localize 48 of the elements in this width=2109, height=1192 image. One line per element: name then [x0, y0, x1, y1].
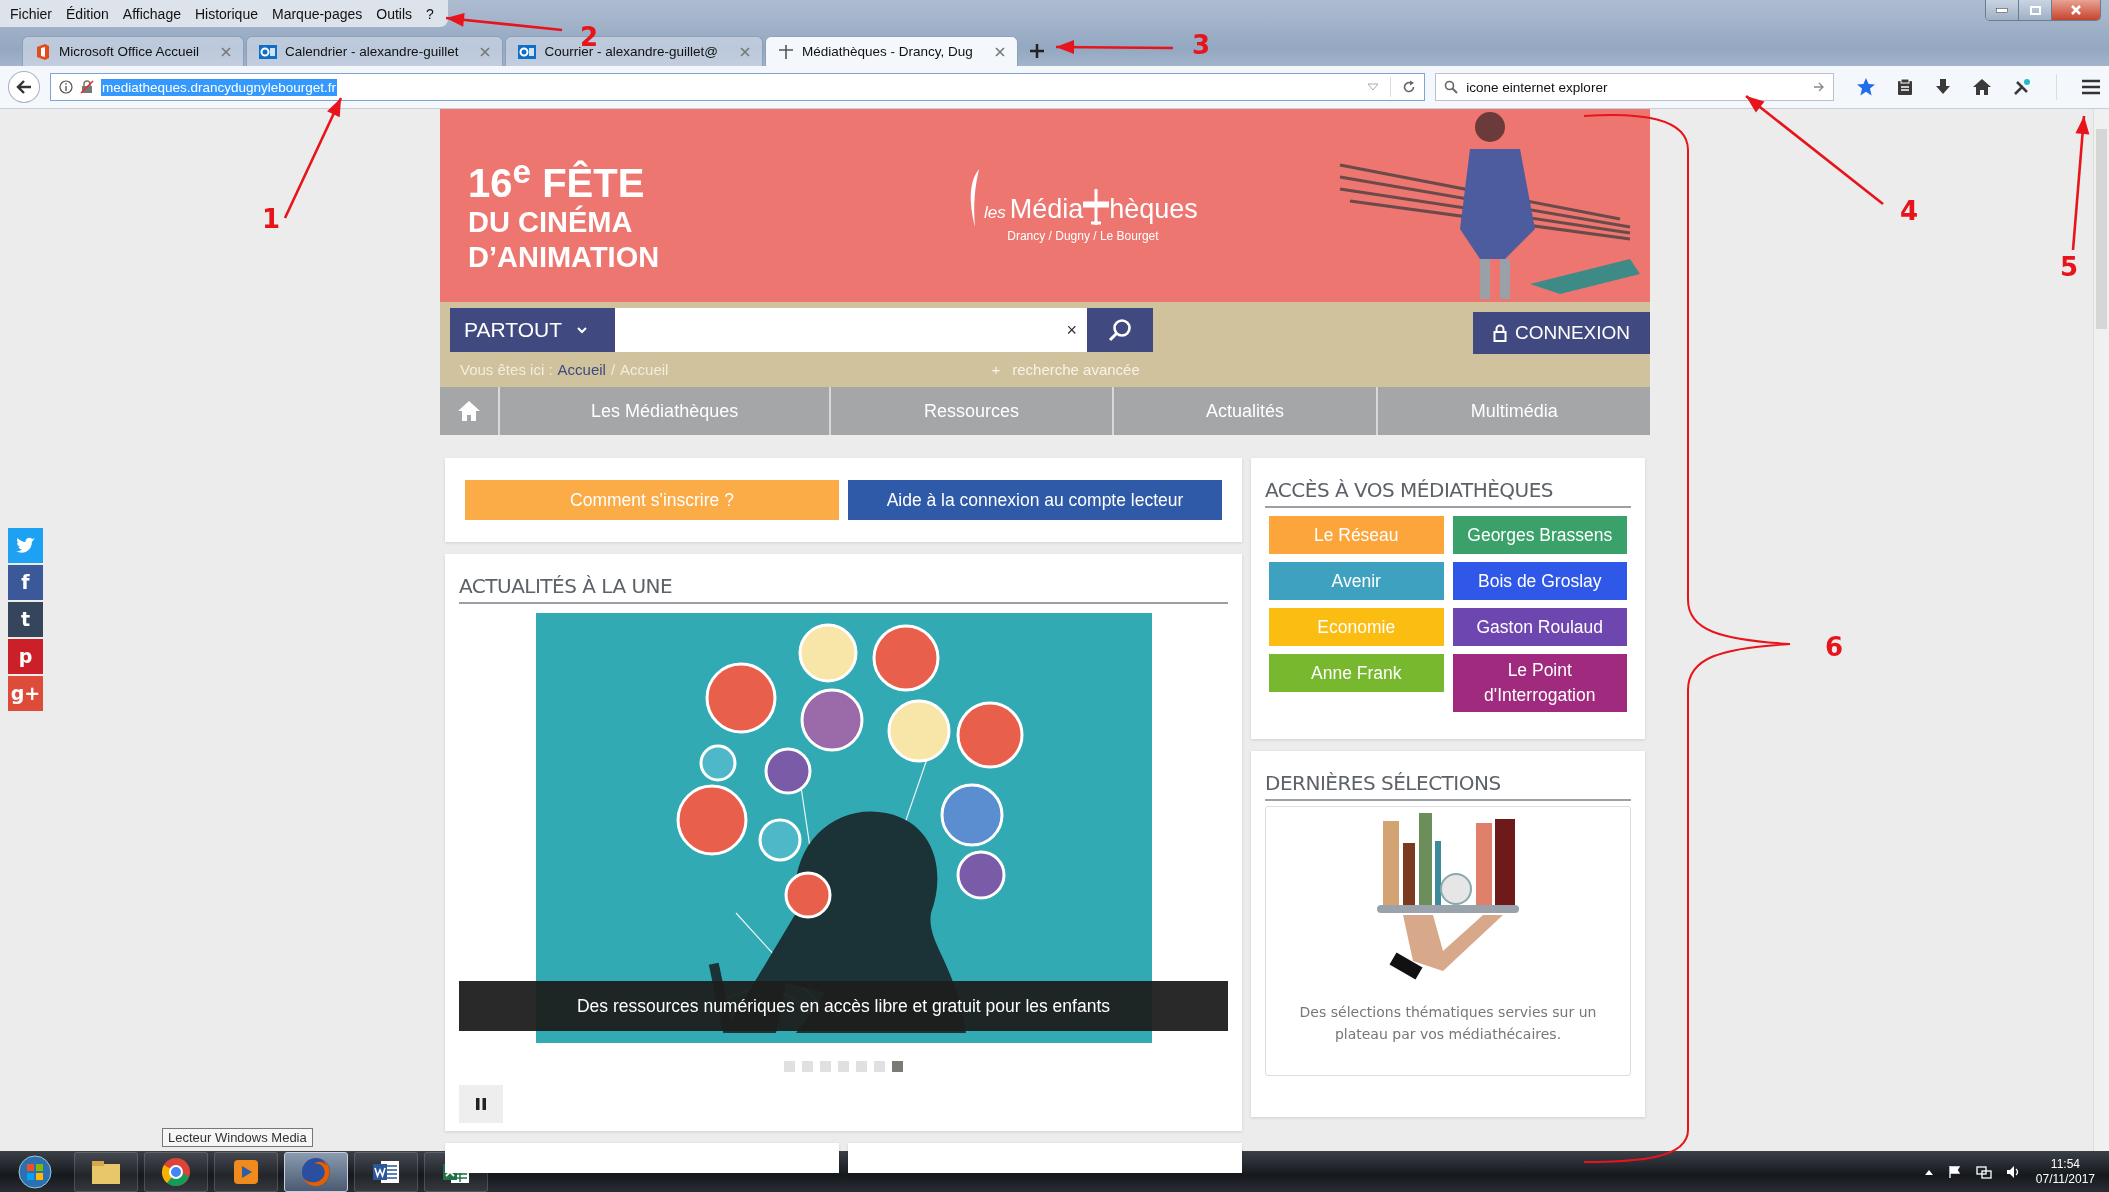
banner-title-line: D’ANIMATION: [468, 240, 661, 276]
search-field[interactable]: icone einternet explorer: [1435, 73, 1834, 101]
scope-dropdown[interactable]: PARTOUT: [450, 308, 615, 352]
breadcrumb-separator: /: [610, 361, 616, 378]
menu-item[interactable]: Marque-pages: [272, 6, 363, 22]
section-heading: ACTUALITÉS À LA UNE: [459, 554, 1228, 604]
clock[interactable]: 11:54 07/11/2017: [2035, 1156, 2095, 1187]
annotation-number: 5: [2060, 252, 2079, 282]
social-share-button[interactable]: f: [8, 564, 43, 600]
section-heading: ACCÈS À VOS MÉDIATHÈQUES: [1265, 458, 1631, 508]
annotation-number: 1: [262, 204, 281, 234]
site-search-field[interactable]: ×: [615, 308, 1087, 352]
banner-title-line: 16$^{e}$ FÊTE: [468, 151, 646, 206]
menu-item[interactable]: Affichage: [122, 6, 181, 22]
logo-subtitle: Drancy / Dugny / Le Bourget: [1007, 228, 1159, 243]
breadcrumb-label: Vous êtes ici :: [460, 361, 553, 378]
annotation-number: 6: [1825, 632, 1844, 662]
breadcrumb-link[interactable]: Accueil: [557, 361, 606, 378]
menu-item[interactable]: Historique: [194, 6, 258, 22]
social-share-button[interactable]: p: [8, 638, 43, 674]
social-share-button[interactable]: g+: [8, 675, 43, 711]
url-text: mediatheques.drancydugnylebourget.fr: [100, 78, 338, 96]
library-button[interactable]: Le Point d'Interrogation: [1452, 654, 1627, 712]
menu-item[interactable]: Édition: [66, 6, 109, 22]
browser-tab[interactable]: Microsoft Office Accueil: [22, 36, 245, 66]
section-heading: DERNIÈRES SÉLECTIONS: [1265, 751, 1631, 801]
selection-card[interactable]: Des sélections thématiques servies sur un plateau par vos médiathécaires.: [1265, 806, 1631, 1076]
menu-item[interactable]: ?: [426, 6, 434, 22]
library-button[interactable]: Bois de Groslay: [1452, 562, 1627, 600]
social-share-button[interactable]: t: [8, 601, 43, 637]
annotation-number: 3: [1192, 30, 1211, 60]
browser-tab[interactable]: Calendrier - alexandre-guillet: [246, 36, 504, 66]
selection-description: Des sélections thématiques servies sur un plateau par vos médiathécaires.: [1298, 1003, 1598, 1044]
menu-item[interactable]: Fichier: [10, 6, 52, 22]
slide-caption: Des ressources numériques en accès libre et gratuit pour les enfants: [459, 981, 1228, 1031]
clear-button[interactable]: ×: [1066, 319, 1077, 341]
link-button[interactable]: Aide à la connexion au compte lecteur: [848, 480, 1222, 520]
logo-text: Média: [1009, 193, 1084, 225]
library-button[interactable]: Gaston Roulaud: [1452, 608, 1627, 646]
menu-item[interactable]: Outils: [376, 6, 413, 22]
banner-title-line: DU CINÉMA: [468, 205, 634, 241]
login-button[interactable]: CONNEXION: [1473, 312, 1650, 354]
breadcrumb-current: Accueil: [620, 361, 669, 378]
tooltip: Lecteur Windows Media: [162, 1128, 313, 1147]
browser-tab[interactable]: Médiathèques - Drancy, Dug: [764, 36, 1018, 66]
annotation-number: 4: [1900, 196, 1919, 226]
logo-text: hèques: [1109, 193, 1198, 225]
logo-text: les: [984, 202, 1006, 223]
